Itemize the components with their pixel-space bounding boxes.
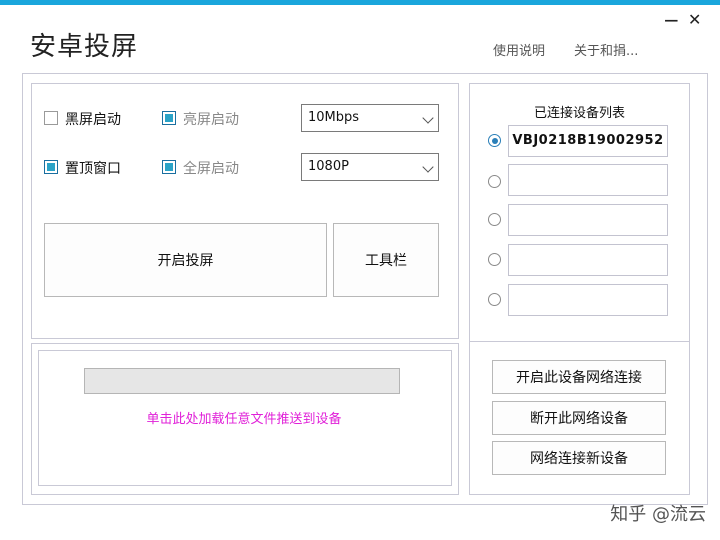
- enable-network-button[interactable]: 开启此设备网络连接: [492, 360, 666, 394]
- resolution-value: 1080P: [308, 159, 349, 174]
- bitrate-value: 10Mbps: [308, 110, 360, 125]
- black-screen-label: 黑屏启动: [65, 112, 121, 128]
- device-slot-1: VBJ0218B19002952: [508, 125, 668, 157]
- device-slot-5: [508, 284, 668, 316]
- stay-on-top-checkbox[interactable]: [44, 160, 58, 174]
- stay-on-top-label: 置顶窗口: [65, 161, 121, 177]
- chevron-down-icon: [422, 112, 434, 124]
- device-radio-5[interactable]: [488, 293, 501, 306]
- chevron-down-icon: [422, 161, 434, 173]
- bitrate-select[interactable]: 10Mbps: [301, 104, 439, 132]
- device-slot-2: [508, 164, 668, 196]
- device-list-title: 已连接设备列表: [533, 106, 625, 121]
- about-link[interactable]: 关于和捐...: [574, 40, 638, 59]
- load-file-link[interactable]: 单击此处加载任意文件推送到设备: [38, 408, 450, 427]
- bright-screen-label: 亮屏启动: [183, 112, 239, 128]
- black-screen-checkbox[interactable]: [44, 111, 58, 125]
- title-bar-accent: [0, 0, 720, 5]
- connect-new-device-button[interactable]: 网络连接新设备: [492, 441, 666, 475]
- start-mirroring-button[interactable]: 开启投屏: [44, 223, 327, 297]
- app-title: 安卓投屏: [30, 32, 139, 62]
- fullscreen-label: 全屏启动: [183, 161, 239, 177]
- toolbar-button[interactable]: 工具栏: [333, 223, 439, 297]
- device-radio-4[interactable]: [488, 253, 501, 266]
- minimize-button[interactable]: −: [663, 10, 680, 30]
- fullscreen-checkbox[interactable]: [162, 160, 176, 174]
- close-button[interactable]: ✕: [688, 10, 701, 30]
- device-radio-1[interactable]: [488, 134, 501, 147]
- push-progress-bar: [84, 368, 400, 394]
- device-radio-3[interactable]: [488, 213, 501, 226]
- watermark: 知乎 @流云: [610, 504, 706, 525]
- help-link[interactable]: 使用说明: [493, 40, 545, 59]
- resolution-select[interactable]: 1080P: [301, 153, 439, 181]
- device-slot-4: [508, 244, 668, 276]
- device-radio-2[interactable]: [488, 175, 501, 188]
- bright-screen-checkbox[interactable]: [162, 111, 176, 125]
- device-slot-3: [508, 204, 668, 236]
- device-panel-divider: [470, 341, 689, 342]
- disconnect-network-button[interactable]: 断开此网络设备: [492, 401, 666, 435]
